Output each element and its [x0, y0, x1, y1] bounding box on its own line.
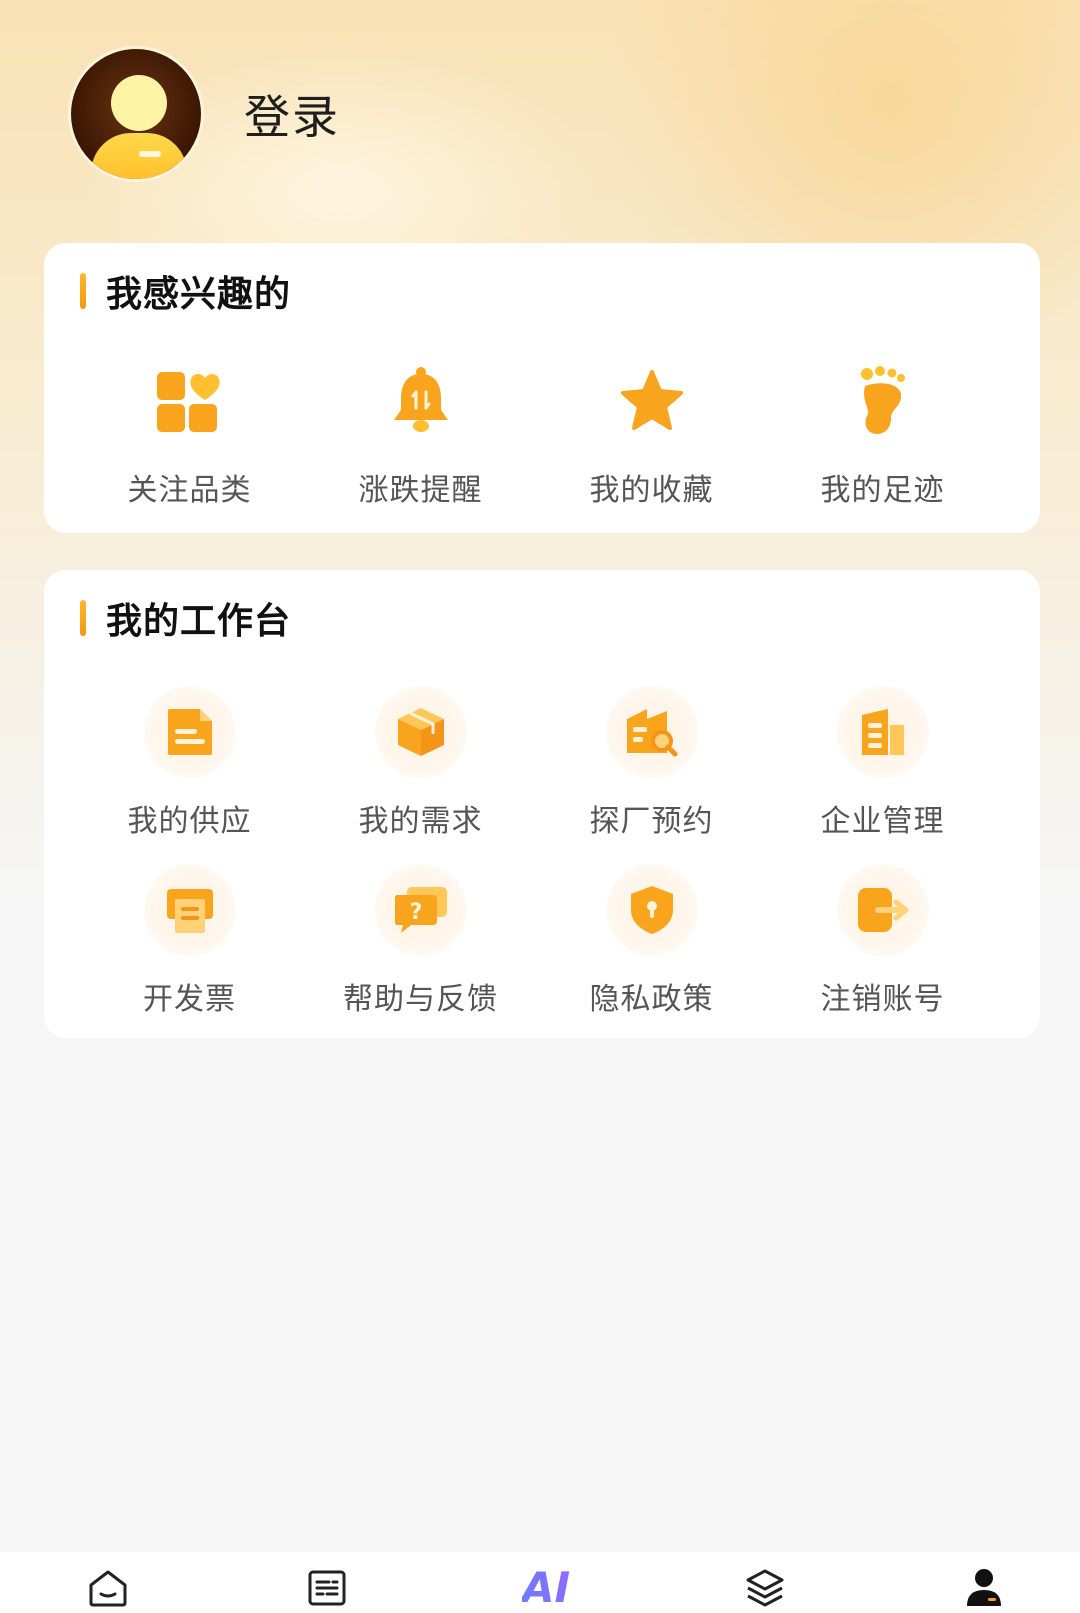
title-accent-bar — [80, 600, 86, 636]
workbench-item-label: 企业管理 — [820, 804, 945, 839]
layers-icon — [746, 1569, 784, 1607]
tab-layers[interactable] — [743, 1566, 787, 1610]
factory-search-icon — [605, 686, 698, 778]
title-accent-bar — [80, 273, 86, 309]
list-icon — [308, 1570, 346, 1606]
interest-item-category[interactable]: 关注品类 — [74, 355, 305, 509]
interest-item-footprint[interactable]: 我的足迹 — [767, 355, 998, 509]
svg-text:?: ? — [409, 900, 422, 925]
workbench-item-supply[interactable]: 我的供应 — [74, 686, 305, 840]
home-icon — [89, 1570, 127, 1607]
workbench-item-label: 隐私政策 — [589, 982, 714, 1017]
category-heart-icon — [144, 355, 236, 447]
box-icon — [374, 686, 467, 778]
workbench-item-label: 探厂预约 — [589, 804, 714, 839]
interest-item-label: 关注品类 — [127, 473, 252, 508]
workbench-item-invoice[interactable]: 开发票 — [74, 864, 305, 1018]
tab-list[interactable] — [305, 1566, 349, 1610]
login-link[interactable]: 登录 — [244, 81, 340, 147]
ai-icon: AI — [521, 1563, 571, 1612]
tab-home[interactable] — [86, 1566, 130, 1610]
profile-page: 登录 我感兴趣的 关注品类 涨跌提醒 我的收藏 我的足迹 我的工作台 我的供应 … — [0, 0, 1080, 1613]
star-icon — [606, 355, 698, 447]
workbench-item-help[interactable]: ? 帮助与反馈 — [305, 864, 536, 1018]
tab-profile[interactable] — [962, 1566, 1006, 1610]
workbench-grid-row-1: 我的供应 我的需求 探厂预约 企业管理 — [74, 686, 1070, 840]
shield-icon — [605, 864, 698, 956]
workbench-item-label: 我的供应 — [127, 804, 252, 839]
workbench-card: 我的工作台 我的供应 我的需求 探厂预约 企业管理 开发票 ? 帮助与反馈 隐私… — [44, 570, 1040, 1038]
workbench-item-privacy[interactable]: 隐私政策 — [536, 864, 767, 1018]
workbench-item-label: 开发票 — [143, 982, 236, 1017]
interest-grid: 关注品类 涨跌提醒 我的收藏 我的足迹 — [74, 355, 1070, 509]
logout-icon — [836, 864, 929, 956]
workbench-card-title: 我的工作台 — [80, 598, 291, 642]
workbench-item-label: 帮助与反馈 — [343, 982, 498, 1017]
workbench-item-label: 我的需求 — [358, 804, 483, 839]
interest-item-label: 我的足迹 — [820, 473, 945, 508]
workbench-item-factory-visit[interactable]: 探厂预约 — [536, 686, 767, 840]
interest-item-label: 涨跌提醒 — [358, 473, 483, 508]
bottom-tab-bar: AI — [0, 1552, 1080, 1613]
avatar[interactable] — [68, 46, 204, 182]
avatar-badge — [139, 151, 161, 157]
user-icon — [967, 1569, 1001, 1606]
interest-card-title: 我感兴趣的 — [80, 271, 291, 315]
avatar-head — [111, 75, 167, 131]
invoice-icon — [143, 864, 236, 956]
workbench-title: 我的工作台 — [106, 601, 292, 642]
avatar-body — [91, 133, 187, 179]
interest-title: 我感兴趣的 — [106, 274, 292, 315]
tab-ai[interactable]: AI — [521, 1563, 571, 1612]
workbench-item-demand[interactable]: 我的需求 — [305, 686, 536, 840]
workbench-item-deactivate[interactable]: 注销账号 — [767, 864, 998, 1018]
document-icon — [143, 686, 236, 778]
interest-item-label: 我的收藏 — [589, 473, 714, 508]
workbench-item-label: 注销账号 — [820, 982, 945, 1017]
workbench-grid-row-2: 开发票 ? 帮助与反馈 隐私政策 注销账号 — [74, 864, 1070, 1018]
building-icon — [836, 686, 929, 778]
workbench-item-enterprise[interactable]: 企业管理 — [767, 686, 998, 840]
help-chat-icon: ? — [374, 864, 467, 956]
interest-card: 我感兴趣的 关注品类 涨跌提醒 我的收藏 我的足迹 — [44, 243, 1040, 533]
interest-item-price-alert[interactable]: 涨跌提醒 — [305, 355, 536, 509]
footprint-icon — [837, 355, 929, 447]
bell-icon — [375, 355, 467, 447]
profile-header[interactable]: 登录 — [68, 46, 340, 182]
interest-item-favorites[interactable]: 我的收藏 — [536, 355, 767, 509]
